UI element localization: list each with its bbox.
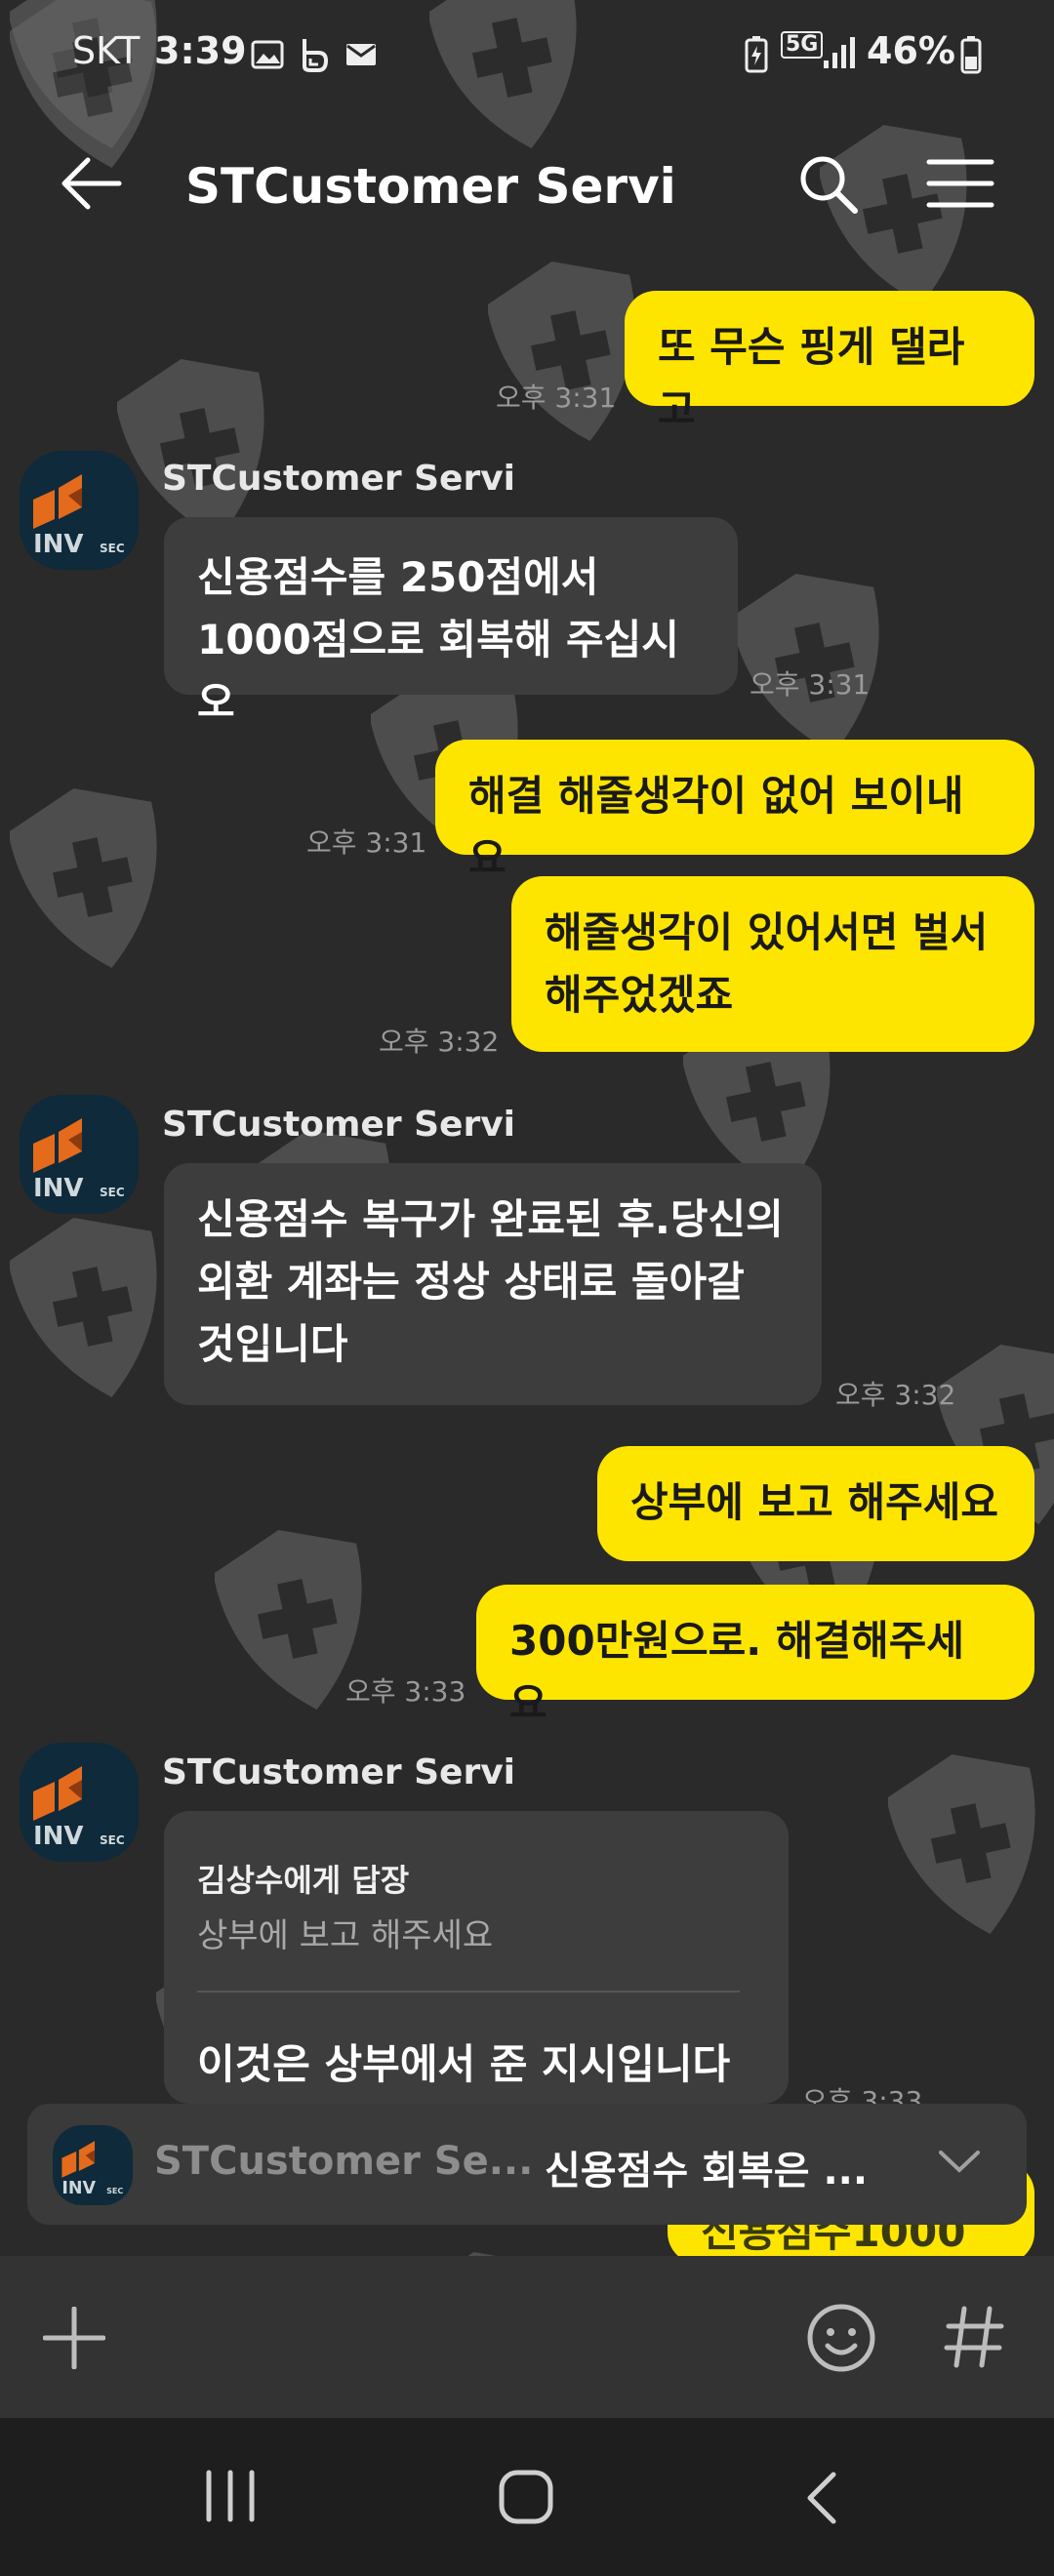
avatar[interactable]: INV SEC (20, 451, 139, 570)
reply-divider (197, 1991, 740, 1992)
svg-text:INV: INV (33, 530, 84, 559)
reply-message-text: 이것은 상부에서 준 지시입니다 (197, 2040, 731, 2088)
message-timestamp: 오후 3:32 (379, 1026, 500, 1058)
sender-name: STCustomer Servi (162, 459, 516, 499)
battery-saver-icon (744, 35, 769, 78)
svg-text:INV: INV (33, 1174, 84, 1203)
b-app-icon (297, 35, 332, 78)
message-timestamp: 오후 3:31 (750, 668, 871, 701)
incoming-reply-bubble[interactable]: 김상수에게 답장 상부에 보고 해주세요 이것은 상부에서 준 지시입니다 (164, 1811, 789, 2104)
chat-header: STCustomer Servi (0, 117, 1054, 254)
shield-watermark-icon (8, 1210, 176, 1405)
outgoing-message-bubble[interactable]: 300만원으로. 해결해주세요 (476, 1585, 1034, 1727)
carrier-label: SKT (72, 29, 141, 72)
clock-time: 3:39 (154, 29, 247, 72)
hashtag-icon[interactable] (943, 2305, 1005, 2373)
message-input-bar (0, 2256, 1054, 2418)
svg-text:SEC: SEC (100, 542, 125, 555)
reply-quote-text: 상부에 보고 해주세요 (197, 1916, 494, 1955)
incoming-message-bubble[interactable]: 신용점수를 250점에서 1000점으로 회복해 주십시오 (164, 517, 738, 726)
shield-watermark-icon (886, 1747, 1054, 1942)
emoji-icon[interactable] (806, 2303, 876, 2377)
battery-percent: 46% (867, 29, 955, 72)
shield-watermark-icon (8, 781, 176, 976)
gallery-icon (250, 37, 285, 76)
chevron-down-icon[interactable] (937, 2147, 982, 2180)
battery-icon (960, 35, 982, 78)
signal-icon (822, 35, 855, 74)
outgoing-message-bubble[interactable]: 상부에 보고 해주세요 (597, 1446, 1034, 1561)
svg-text:SEC: SEC (100, 1833, 125, 1847)
arrow-left-icon[interactable] (59, 156, 123, 215)
incoming-message-bubble[interactable]: 신용점수 복구가 완료된 후.당신의 외환 계좌는 정상 상태로 돌아갈 것입니… (164, 1163, 822, 1405)
message-timestamp: 오후 3:32 (835, 1379, 956, 1411)
preview-message: 신용점수 회복은 ... (545, 2149, 869, 2194)
network-type-badge: 5G (781, 31, 824, 59)
search-icon[interactable] (796, 152, 861, 221)
status-bar: SKT 3:39 5G 46% (0, 0, 1054, 98)
latest-message-preview[interactable]: INV SEC STCustomer Se... 신용점수 회복은 ... (27, 2104, 1027, 2225)
hamburger-menu-icon[interactable] (925, 156, 995, 215)
preview-sender: STCustomer Se... (154, 2139, 534, 2184)
svg-text:INV: INV (61, 2179, 96, 2198)
message-timestamp: 오후 3:33 (345, 1675, 466, 1708)
avatar[interactable]: INV SEC (20, 1095, 139, 1214)
outgoing-message-bubble[interactable]: 해줄생각이 있어서면 벌서 해주었겠죠 (511, 876, 1034, 1052)
home-icon[interactable] (498, 2469, 554, 2529)
chat-title: STCustomer Servi (185, 158, 676, 215)
avatar[interactable]: INV SEC (20, 1743, 139, 1862)
system-navigation-bar (0, 2418, 1054, 2576)
preview-avatar: INV SEC (53, 2125, 133, 2205)
svg-text:INV: INV (33, 1822, 84, 1851)
message-timestamp: 오후 3:31 (306, 826, 427, 859)
outgoing-message-bubble[interactable]: 또 무슨 핑게 댈라고 (625, 291, 1034, 433)
recent-apps-icon[interactable] (203, 2469, 258, 2527)
plus-icon[interactable] (42, 2306, 106, 2373)
chevron-left-icon[interactable] (804, 2471, 839, 2529)
svg-text:SEC: SEC (106, 2187, 123, 2195)
sender-name: STCustomer Servi (162, 1105, 516, 1145)
sender-name: STCustomer Servi (162, 1752, 516, 1792)
svg-text:SEC: SEC (100, 1186, 125, 1199)
message-timestamp: 오후 3:31 (496, 382, 617, 414)
outgoing-message-bubble[interactable]: 해결 해줄생각이 없어 보이내요 (435, 740, 1034, 882)
mail-icon (345, 43, 377, 70)
reply-target-label: 김상수에게 답장 (197, 1862, 410, 1899)
